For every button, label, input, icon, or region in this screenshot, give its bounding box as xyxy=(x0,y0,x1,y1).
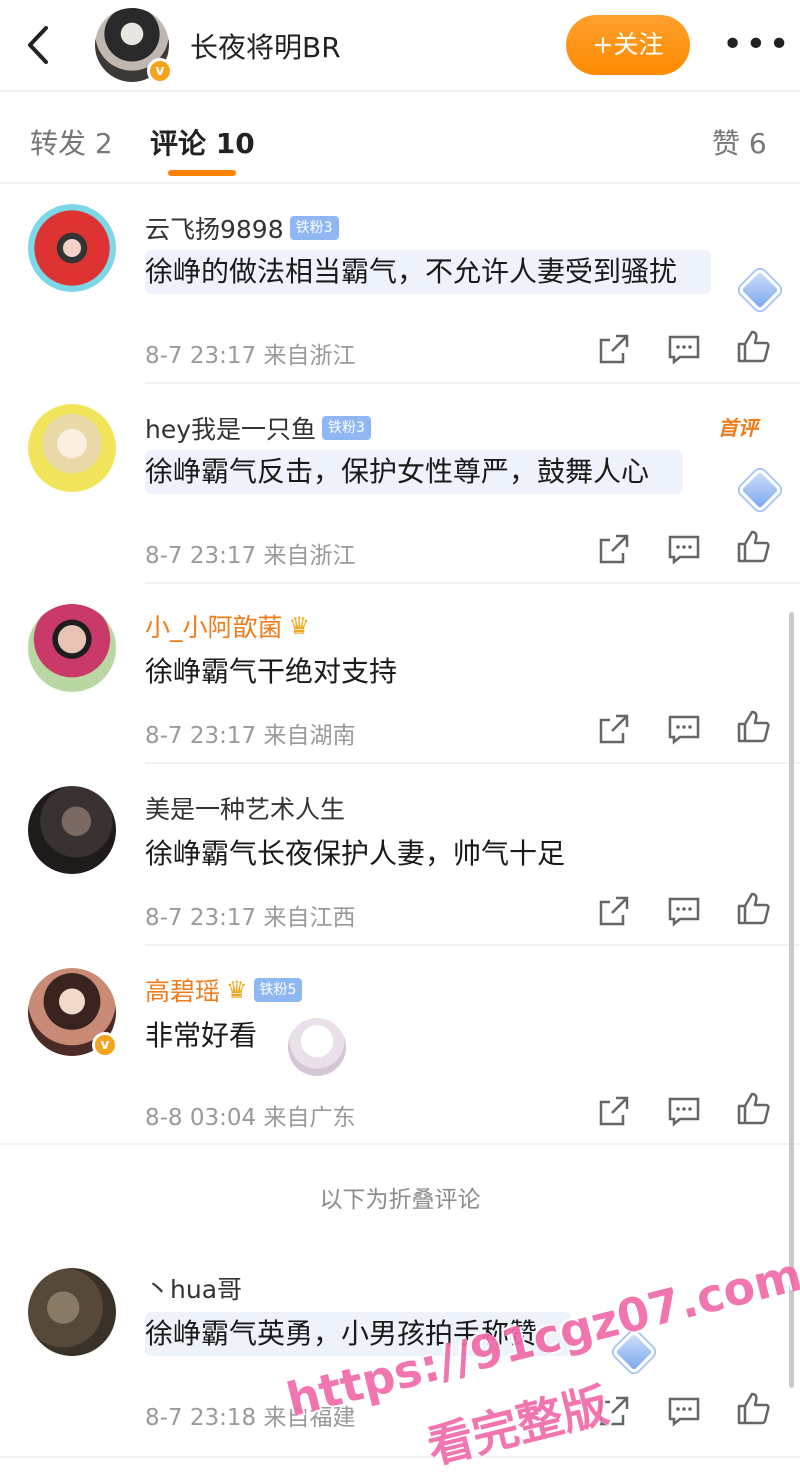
comment-icon[interactable] xyxy=(666,893,702,929)
comment-location: 来自浙江 xyxy=(263,543,356,569)
divider xyxy=(145,382,800,384)
comment-meta: 8-7 23:17 来自江西 xyxy=(145,898,355,932)
comment-time: 8-8 03:04 xyxy=(145,1105,257,1131)
comment-location: 来自广东 xyxy=(263,1105,356,1131)
crown-icon: ♛ xyxy=(226,976,248,1004)
comment-icon[interactable] xyxy=(666,711,702,747)
thumbs-up-icon[interactable] xyxy=(735,708,771,744)
chevron-left-icon[interactable] xyxy=(18,20,58,70)
divider xyxy=(0,1143,800,1145)
comment-meta: 8-8 03:04 来自广东 xyxy=(145,1098,355,1132)
comment-author[interactable]: 云飞扬9898 铁粉3 xyxy=(145,210,339,246)
comment-location: 来自江西 xyxy=(263,905,356,931)
avatar[interactable] xyxy=(28,204,116,292)
tab-reposts[interactable]: 转发 2 xyxy=(30,122,113,162)
thumbs-up-icon[interactable] xyxy=(735,890,771,926)
fan-level-badge: 铁粉3 xyxy=(289,216,339,240)
more-horizontal-icon[interactable]: ••• xyxy=(722,24,792,65)
diamond-icon xyxy=(737,467,783,513)
fan-level-badge: 铁粉3 xyxy=(322,416,371,440)
comment-author-name[interactable]: 高碧瑶 xyxy=(145,977,220,1006)
comment-meta: 8-7 23:17 来自浙江 xyxy=(145,336,355,370)
comment-time: 8-7 23:18 xyxy=(145,1405,257,1431)
verified-icon: v xyxy=(147,58,173,84)
divider xyxy=(0,1456,800,1458)
tab-comments[interactable]: 评论 10 xyxy=(150,122,255,162)
comment-text: 徐峥霸气长夜保护人妻，帅气十足 xyxy=(145,837,566,870)
comment-text: 非常好看 xyxy=(145,1019,258,1052)
active-tab-indicator xyxy=(168,170,236,176)
profile-name[interactable]: 长夜将明BR xyxy=(190,26,341,66)
comment-author[interactable]: 美是一种艺术人生 xyxy=(145,790,345,826)
comment-author-name[interactable]: 丶hua哥 xyxy=(145,1275,242,1304)
follow-button[interactable]: +关注 xyxy=(566,15,690,75)
comment-location: 来自浙江 xyxy=(263,343,356,369)
share-icon[interactable] xyxy=(596,331,632,367)
divider xyxy=(145,762,800,764)
divider xyxy=(145,582,800,584)
share-icon[interactable] xyxy=(596,1093,632,1129)
comment-meta: 8-7 23:17 来自浙江 xyxy=(145,536,355,570)
comment-time: 8-7 23:17 xyxy=(145,343,257,369)
tab-bar: 转发 2 评论 10 赞 6 xyxy=(0,94,800,184)
comment-text: 徐峥霸气干绝对支持 xyxy=(145,655,398,688)
sticker-emoji xyxy=(288,1018,346,1076)
verified-icon: v xyxy=(92,1032,118,1058)
comment-location: 来自湖南 xyxy=(263,723,356,749)
comment-author-name[interactable]: 云飞扬9898 xyxy=(145,215,284,244)
comment-time: 8-7 23:17 xyxy=(145,905,257,931)
thumbs-up-icon[interactable] xyxy=(735,1090,771,1126)
comment-icon[interactable] xyxy=(666,531,702,567)
fan-level-badge: 铁粉5 xyxy=(253,978,303,1002)
crown-icon: ♛ xyxy=(288,612,311,640)
top-bar: v 长夜将明BR +关注 ••• xyxy=(0,0,800,92)
diamond-icon xyxy=(737,267,783,313)
comment-time: 8-7 23:17 xyxy=(145,543,257,569)
avatar[interactable] xyxy=(28,604,116,692)
thumbs-up-icon[interactable] xyxy=(735,328,771,364)
avatar[interactable] xyxy=(28,1268,116,1356)
profile-avatar[interactable]: v xyxy=(95,8,173,84)
comment-author-name[interactable]: 美是一种艺术人生 xyxy=(145,795,345,824)
comment-author[interactable]: hey我是一只鱼 铁粉3 xyxy=(145,410,371,446)
comment-time: 8-7 23:17 xyxy=(145,723,257,749)
folded-comments-label[interactable]: 以下为折叠评论 xyxy=(0,1180,800,1214)
avatar[interactable]: v xyxy=(28,968,118,1058)
avatar[interactable] xyxy=(28,404,116,492)
share-icon[interactable] xyxy=(596,711,632,747)
comment-icon[interactable] xyxy=(666,1393,702,1429)
share-icon[interactable] xyxy=(596,893,632,929)
comment-author-name[interactable]: 小_小阿歆菌 xyxy=(145,613,283,642)
comment-text: 徐峥霸气反击，保护女性尊严，鼓舞人心 xyxy=(145,450,684,494)
first-comment-badge: 首评 xyxy=(718,416,758,440)
comment-icon[interactable] xyxy=(666,1093,702,1129)
comment-author[interactable]: 小_小阿歆菌 ♛ xyxy=(145,608,310,644)
comment-author[interactable]: 高碧瑶 ♛ 铁粉5 xyxy=(145,972,303,1008)
share-icon[interactable] xyxy=(596,531,632,567)
comment-author[interactable]: 丶hua哥 xyxy=(145,1270,242,1306)
tab-likes[interactable]: 赞 6 xyxy=(712,122,767,162)
thumbs-up-icon[interactable] xyxy=(735,528,771,564)
comment-author-name[interactable]: hey我是一只鱼 xyxy=(145,415,316,444)
comment-icon[interactable] xyxy=(666,331,702,367)
comment-text: 徐峥的做法相当霸气，不允许人妻受到骚扰 xyxy=(145,250,712,294)
thumbs-up-icon[interactable] xyxy=(735,1390,771,1426)
divider xyxy=(145,944,800,946)
avatar[interactable] xyxy=(28,786,116,874)
comment-meta: 8-7 23:17 来自湖南 xyxy=(145,716,355,750)
